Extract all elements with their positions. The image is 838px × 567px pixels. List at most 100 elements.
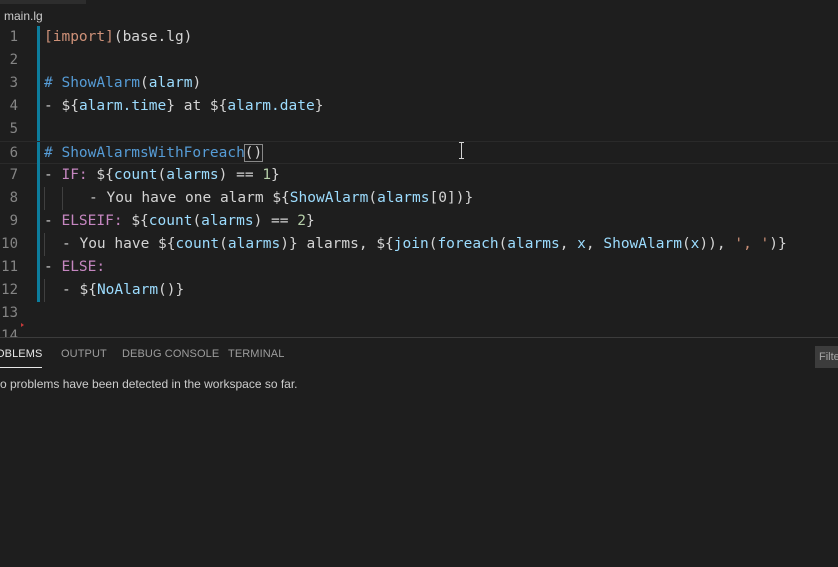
token-dash: -	[44, 167, 62, 183]
tab-terminal[interactable]: TERMINAL	[228, 348, 284, 360]
modified-line-indicator	[37, 164, 40, 187]
line-number: 13	[1, 305, 18, 321]
tab-debug-console[interactable]: DEBUG CONSOLE	[122, 348, 219, 360]
token-dash: -	[44, 259, 62, 275]
deleted-lines-marker-icon[interactable]	[21, 323, 24, 327]
token-expr-open: ${	[96, 167, 114, 183]
code-text: - You have one alarm ${ShowAlarm(alarms[…	[44, 187, 473, 210]
modified-line-indicator	[37, 49, 40, 72]
code-text: # ShowAlarmsWithForeach()	[44, 142, 264, 165]
bottom-panel: OBLEMS OUTPUT DEBUG CONSOLE TERMINAL Fil…	[0, 337, 838, 567]
indent-guide	[44, 187, 62, 210]
line-number: 14	[1, 328, 18, 337]
line-number: 9	[9, 213, 18, 229]
token-expr-open: ${	[79, 282, 97, 298]
code-line-5: 5	[0, 118, 838, 141]
token-template-hash: #	[44, 145, 53, 161]
code-line-13: 13	[0, 302, 838, 325]
token-sep: ,	[559, 236, 578, 252]
token-paren: (	[192, 213, 202, 229]
token-sep: ,	[716, 236, 735, 252]
token-string: ', '	[734, 236, 770, 252]
token-template-hash: #	[44, 75, 53, 91]
token-expr-open: ${	[272, 190, 290, 206]
token-paren: )}	[769, 236, 787, 252]
code-line-3: 3 # ShowAlarm(alarm)	[0, 72, 838, 95]
line-number: 4	[9, 98, 18, 114]
token-expr-close: }	[464, 190, 474, 206]
token-number: 1	[262, 167, 272, 183]
code-editor[interactable]: 1 [import](base.lg) 2 3 # ShowAlarm(alar…	[0, 26, 838, 337]
token-elseif-keyword: ELSEIF:	[61, 213, 123, 229]
token-function: NoAlarm	[96, 282, 159, 298]
token-arg: alarms	[201, 213, 254, 229]
modified-line-indicator	[37, 210, 40, 233]
token-paren: ))	[699, 236, 717, 252]
token-expr-open: ${	[376, 236, 394, 252]
code-text: - ELSEIF: ${count(alarms) == 2}	[44, 210, 315, 233]
code-text: - ELSE:	[44, 256, 105, 279]
token-template-name: ShowAlarmsWithForeach	[61, 145, 245, 161]
token-function: count	[148, 213, 193, 229]
code-line-12: 12 - ${NoAlarm()}	[0, 279, 838, 302]
editor-tab-strip: main.lg	[0, 0, 838, 26]
token-expr-open: ${	[131, 213, 149, 229]
token-paren: )	[280, 236, 290, 252]
line-number: 8	[9, 190, 18, 206]
token-operator: ==	[227, 167, 263, 183]
tab-problems-label: OBLEMS	[0, 348, 43, 360]
token-parens-matched: ()	[243, 144, 264, 162]
tab-output[interactable]: OUTPUT	[61, 348, 107, 360]
code-text: [import](base.lg)	[44, 26, 192, 49]
token-link-target: (base.lg)	[113, 29, 193, 45]
modified-line-indicator	[37, 118, 40, 141]
modified-line-indicator	[37, 95, 40, 118]
problems-empty-message: o problems have been detected in the wor…	[0, 377, 298, 391]
token-arg: alarms	[377, 190, 430, 206]
token-number: 2	[297, 213, 306, 229]
code-line-14: 14	[0, 325, 838, 337]
line-number: 3	[9, 75, 18, 91]
token-function: ShowAlarm	[289, 190, 369, 206]
indent-guide	[44, 233, 62, 256]
token-text: at	[174, 98, 210, 114]
token-paren: )	[253, 213, 263, 229]
token-paren: (	[219, 236, 228, 252]
code-line-1: 1 [import](base.lg)	[0, 26, 838, 49]
token-function: count	[175, 236, 220, 252]
token-operator: ==	[262, 213, 298, 229]
token-paren: (	[157, 167, 167, 183]
token-paren: (	[140, 75, 149, 91]
tab-top-border	[0, 0, 86, 4]
token-arg: alarms	[507, 236, 560, 252]
code-text: # ShowAlarm(alarm)	[44, 72, 201, 95]
tab-problems[interactable]: OBLEMS	[0, 348, 43, 368]
token-expr-close: }	[271, 167, 280, 183]
problems-filter-input[interactable]: Filter	[815, 346, 838, 368]
modified-line-indicator	[37, 279, 40, 302]
token-function: foreach	[437, 236, 499, 252]
modified-line-indicator	[37, 72, 40, 95]
code-line-8: 8 - You have one alarm ${ShowAlarm(alarm…	[0, 187, 838, 210]
code-text: - ${alarm.time} at ${alarm.date}	[44, 95, 323, 118]
vscode-window: main.lg 1 [import](base.lg) 2 3 # ShowAl…	[0, 0, 838, 567]
code-line-4: 4 - ${alarm.time} at ${alarm.date}	[0, 95, 838, 118]
token-expr-open: ${	[158, 236, 176, 252]
line-number: 7	[9, 167, 18, 183]
token-expr-open: ${	[61, 98, 79, 114]
token-function: count	[113, 167, 158, 183]
code-line-2: 2	[0, 49, 838, 72]
code-text: - ${NoAlarm()}	[44, 279, 184, 302]
token-dash: -	[44, 98, 62, 114]
token-expr-close: }	[305, 213, 315, 229]
token-template-name: ShowAlarm	[61, 75, 141, 91]
code-line-10: 10 - You have ${count(alarms)} alarms, $…	[0, 233, 838, 256]
modified-line-indicator	[37, 256, 40, 279]
token-text: - You have one alarm	[89, 190, 273, 206]
tab-main-lg[interactable]: main.lg	[4, 9, 43, 23]
line-number: 2	[9, 52, 18, 68]
token-function: ShowAlarm	[603, 236, 682, 252]
token-paren: )	[192, 75, 202, 91]
token-arg: alarms	[227, 236, 281, 252]
